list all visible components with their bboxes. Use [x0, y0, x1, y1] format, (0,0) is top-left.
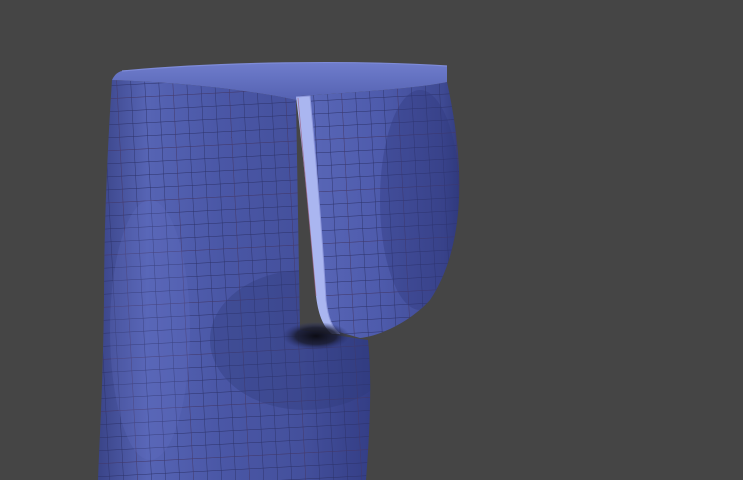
viewport-canvas[interactable] [0, 0, 743, 480]
3d-viewport[interactable] [0, 0, 743, 480]
mesh-cavity [282, 322, 350, 350]
